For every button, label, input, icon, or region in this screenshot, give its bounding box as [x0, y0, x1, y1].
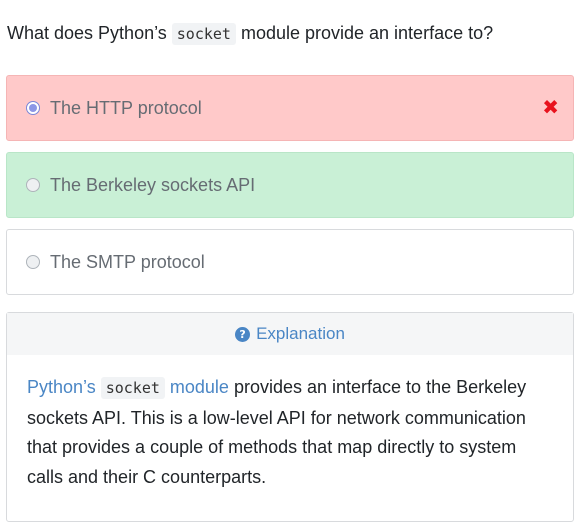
socket-module-link[interactable]: Python’s socket module	[27, 377, 229, 399]
link-prefix: Python’s	[27, 377, 101, 397]
question-code: socket	[171, 23, 236, 45]
explanation-toggle[interactable]: ? Explanation	[7, 313, 573, 355]
option-label: The HTTP protocol	[50, 97, 202, 118]
radio-button-selected[interactable]	[26, 101, 40, 115]
option-label: The Berkeley sockets API	[50, 174, 256, 195]
explanation-panel: ? Explanation Python’s socket module pro…	[6, 312, 574, 522]
answer-option-smtp[interactable]: The SMTP protocol	[6, 229, 574, 295]
radio-button[interactable]	[26, 178, 40, 192]
wrong-answer-icon: ✖	[542, 97, 559, 119]
link-suffix: module	[164, 377, 229, 397]
answer-option-http[interactable]: The HTTP protocol ✖	[6, 75, 574, 141]
link-code: socket	[100, 377, 165, 399]
explanation-body: Python’s socket module provides an inter…	[7, 355, 573, 492]
question-prefix: What does Python’s	[7, 23, 172, 43]
answer-option-berkeley[interactable]: The Berkeley sockets API	[6, 152, 574, 218]
radio-button[interactable]	[26, 255, 40, 269]
question-text: What does Python’s socket module provide…	[7, 21, 493, 46]
option-label: The SMTP protocol	[50, 251, 205, 272]
question-circle-icon: ?	[235, 326, 251, 342]
explanation-title: Explanation	[256, 324, 345, 343]
question-suffix: module provide an interface to?	[235, 23, 494, 43]
